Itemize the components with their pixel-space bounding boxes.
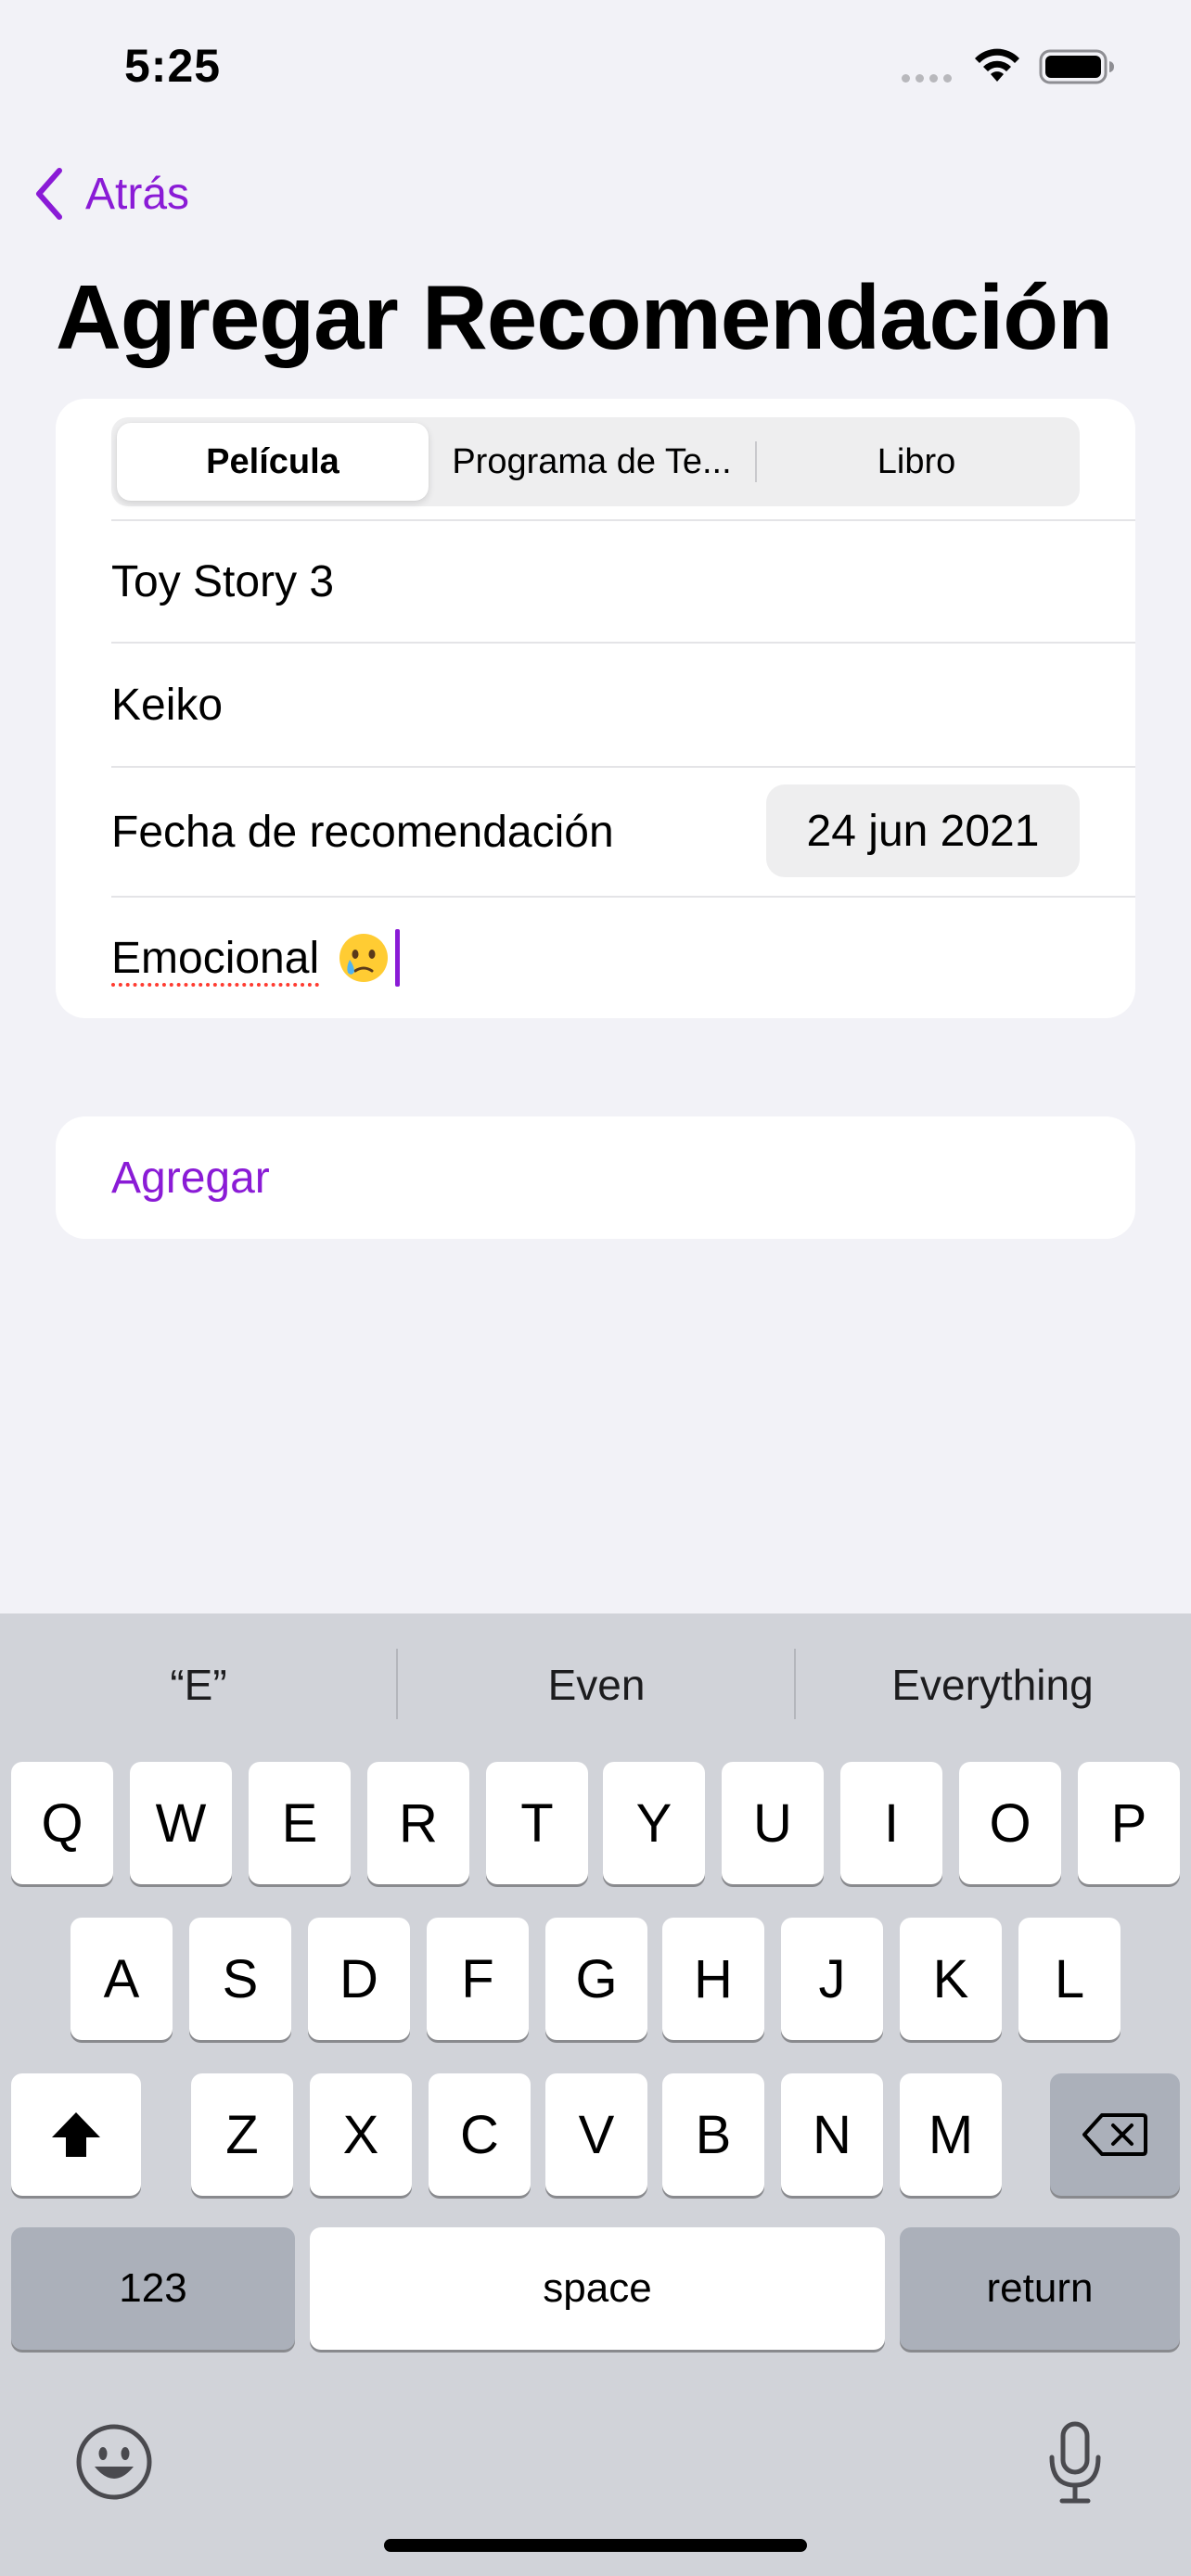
key-a[interactable]: A <box>70 1918 173 2040</box>
key-w[interactable]: W <box>130 1762 232 1884</box>
key-s[interactable]: S <box>189 1918 291 2040</box>
date-picker-button[interactable]: 24 jun 2021 <box>766 784 1080 877</box>
key-k[interactable]: K <box>900 1918 1002 2040</box>
shift-key[interactable] <box>11 2073 141 2196</box>
title-field-value: Toy Story 3 <box>111 556 335 606</box>
numbers-key[interactable]: 123 <box>11 2227 295 2350</box>
suggestion-item[interactable]: Everything <box>794 1641 1191 1728</box>
battery-icon <box>1039 49 1114 84</box>
key-o[interactable]: O <box>959 1762 1061 1884</box>
key-e[interactable]: E <box>249 1762 351 1884</box>
recommender-field[interactable]: Keiko <box>111 644 1135 766</box>
back-label: Atrás <box>85 169 190 219</box>
key-t[interactable]: T <box>486 1762 588 1884</box>
keyboard: “E” Even Everything Q W E R T Y U I O P … <box>0 1613 1191 2576</box>
suggestion-bar: “E” Even Everything <box>0 1613 1191 1756</box>
segment-book[interactable]: Libro <box>757 417 1076 506</box>
key-u[interactable]: U <box>722 1762 824 1884</box>
add-button[interactable]: Agregar <box>56 1116 1135 1239</box>
key-c[interactable]: C <box>429 2073 531 2196</box>
key-n[interactable]: N <box>781 2073 883 2196</box>
microphone-icon[interactable] <box>1046 2420 1104 2506</box>
space-key[interactable]: space <box>310 2227 885 2350</box>
back-button[interactable]: Atrás <box>33 161 189 226</box>
suggestion-item[interactable]: “E” <box>0 1641 397 1728</box>
delete-backspace-icon <box>1082 2113 1147 2156</box>
key-l[interactable]: L <box>1018 1918 1121 2040</box>
status-time: 5:25 <box>124 40 222 92</box>
suggestion-item[interactable]: Even <box>398 1641 795 1728</box>
segment-movie[interactable]: Película <box>117 417 429 506</box>
crying-face-icon <box>339 934 389 982</box>
text-cursor <box>395 929 401 987</box>
cellular-signal-icon <box>902 74 952 83</box>
media-type-segmented-control[interactable]: Película Programa de Te... Libro <box>111 417 1080 506</box>
chevron-left-icon <box>36 168 62 220</box>
return-key[interactable]: return <box>900 2227 1180 2350</box>
key-j[interactable]: J <box>781 1918 883 2040</box>
page-title: Agregar Recomendación <box>56 266 1113 368</box>
key-q[interactable]: Q <box>11 1762 113 1884</box>
notes-field-value: Emocional <box>111 933 320 983</box>
delete-key[interactable] <box>1050 2073 1180 2196</box>
status-bar: 5:25 <box>0 0 1191 139</box>
title-field[interactable]: Toy Story 3 <box>111 521 1135 642</box>
segment-tv-show[interactable]: Programa de Te... <box>429 417 755 506</box>
key-i[interactable]: I <box>840 1762 942 1884</box>
key-z[interactable]: Z <box>191 2073 293 2196</box>
key-g[interactable]: G <box>545 1918 647 2040</box>
key-v[interactable]: V <box>545 2073 647 2196</box>
key-f[interactable]: F <box>427 1918 529 2040</box>
key-d[interactable]: D <box>308 1918 410 2040</box>
recommendation-form: Película Programa de Te... Libro Toy Sto… <box>56 399 1135 1018</box>
add-button-label: Agregar <box>111 1153 270 1203</box>
key-y[interactable]: Y <box>603 1762 705 1884</box>
recommender-field-value: Keiko <box>111 680 224 730</box>
key-x[interactable]: X <box>310 2073 412 2196</box>
shift-icon <box>52 2112 100 2157</box>
key-m[interactable]: M <box>900 2073 1002 2196</box>
notes-field[interactable]: Emocional <box>111 898 1135 1018</box>
date-label: Fecha de recomendación <box>111 807 614 857</box>
wifi-icon <box>975 48 1019 82</box>
key-r[interactable]: R <box>367 1762 469 1884</box>
emoji-keyboard-icon[interactable] <box>74 2422 154 2502</box>
key-h[interactable]: H <box>662 1918 764 2040</box>
key-p[interactable]: P <box>1078 1762 1180 1884</box>
key-b[interactable]: B <box>662 2073 764 2196</box>
home-indicator <box>384 2539 807 2552</box>
